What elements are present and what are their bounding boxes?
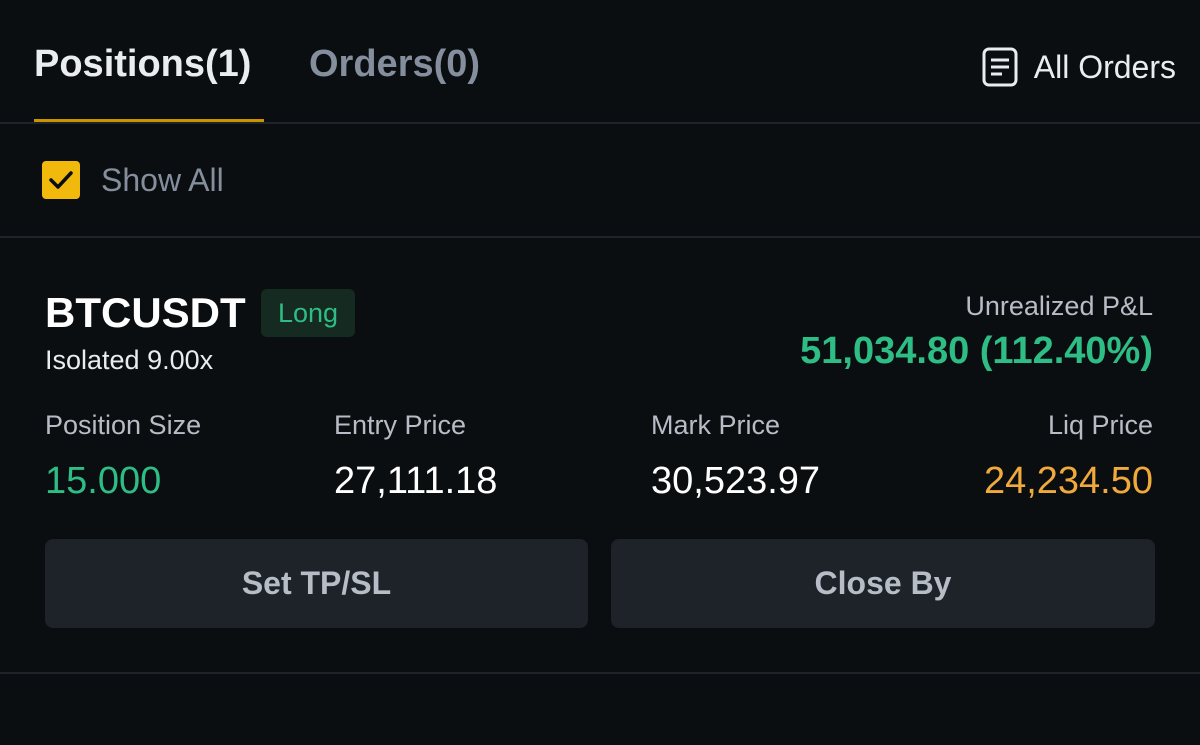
- liq-price-value: 24,234.50: [983, 460, 1153, 502]
- position-size-value: 15.000: [45, 460, 162, 502]
- set-tp-sl-button[interactable]: Set TP/SL: [45, 539, 588, 628]
- entry-price-label: Entry Price: [334, 410, 467, 440]
- mark-price-value: 30,523.97: [651, 460, 821, 502]
- checkmark-icon: [49, 171, 73, 189]
- position-size-label: Position Size: [45, 410, 202, 440]
- tab-orders[interactable]: Orders(0): [309, 40, 480, 88]
- tab-positions[interactable]: Positions(1): [34, 40, 251, 88]
- unrealized-pnl-value: 51,034.80 (112.40%): [800, 330, 1153, 372]
- card-divider: [0, 672, 1200, 674]
- position-symbol[interactable]: BTCUSDT: [45, 287, 246, 339]
- show-all-label: Show All: [101, 162, 224, 198]
- show-all-checkbox[interactable]: [42, 161, 80, 199]
- all-orders-button[interactable]: All Orders: [982, 44, 1176, 90]
- position-side-badge: Long: [261, 289, 355, 337]
- close-by-button[interactable]: Close By: [611, 539, 1155, 628]
- all-orders-label: All Orders: [1033, 49, 1176, 85]
- document-list-icon: [982, 47, 1018, 87]
- margin-mode-leverage[interactable]: Isolated 9.00x: [45, 343, 213, 377]
- mark-price-label: Mark Price: [651, 410, 781, 440]
- tabs-divider: [0, 122, 1200, 124]
- unrealized-pnl-label: Unrealized P&L: [965, 291, 1153, 321]
- liq-price-label: Liq Price: [1047, 410, 1153, 440]
- entry-price-value: 27,111.18: [334, 460, 498, 502]
- filter-divider: [0, 236, 1200, 238]
